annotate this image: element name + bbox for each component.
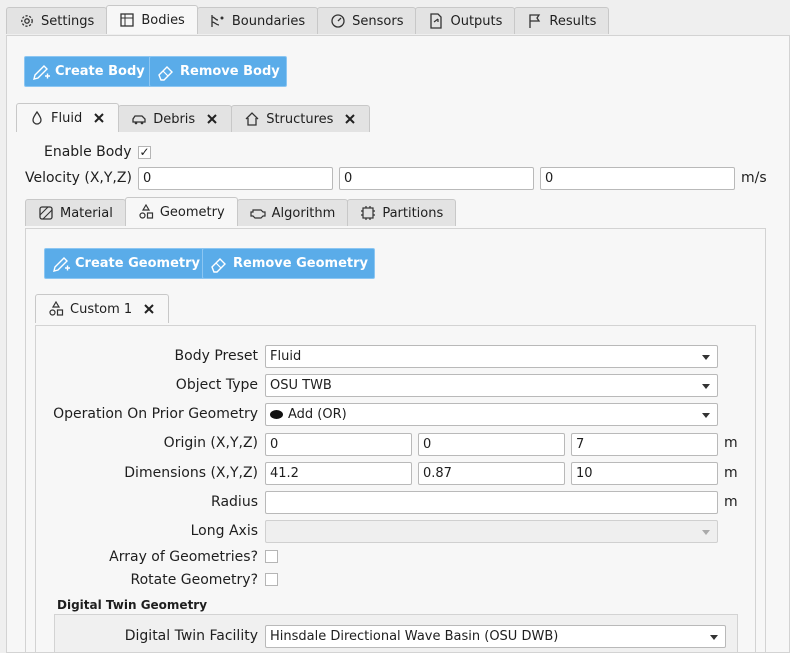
shapes-icon [49,301,64,316]
body-sub-tab-bar: Material Geometry Algorithm Partitions [25,197,457,226]
tab-custom-1[interactable]: Custom 1 [35,294,170,323]
origin-x-input[interactable]: 0 [265,433,412,456]
tab-algorithm[interactable]: Algorithm [236,199,349,226]
tab-structures[interactable]: Structures [231,105,371,132]
dimensions-label: Dimensions (X,Y,Z) [124,465,258,481]
car-icon [132,115,146,125]
velocity-label: Velocity (X,Y,Z) [25,170,132,186]
facility-select[interactable]: Hinsdale Directional Wave Basin (OSU DWB… [265,625,726,648]
tab-label: Sensors [352,13,404,29]
pencil-plus-icon [53,256,70,272]
main-tab-bar: Settings Bodies Boundaries Sensors Outpu… [6,5,610,34]
origin-unit: m [724,435,738,451]
radius-input[interactable] [265,491,718,514]
house-icon [245,112,259,126]
tab-label: Bodies [141,12,185,28]
check-icon: ✓ [139,145,150,159]
export-icon [430,13,443,29]
tab-sensors[interactable]: Sensors [317,7,417,34]
enable-body-label: Enable Body [44,144,132,160]
create-body-button[interactable]: Create Body [24,56,152,87]
rotate-checkbox[interactable] [265,573,278,586]
tab-fluid[interactable]: Fluid [16,103,120,132]
chevron-down-icon [702,384,710,389]
tab-bodies[interactable]: Bodies [106,5,198,34]
tab-label: Results [549,13,597,29]
tab-partitions[interactable]: Partitions [347,199,457,226]
remove-body-button[interactable]: Remove Body [149,56,287,87]
gear-icon [21,15,33,27]
geometry-tab-bar: Custom 1 [35,294,170,323]
array-label: Array of Geometries? [109,549,258,565]
close-icon[interactable] [205,112,219,126]
tab-geometry[interactable]: Geometry [124,197,238,226]
velocity-unit: m/s [741,170,767,186]
cube-icon [120,13,134,27]
origin-label: Origin (X,Y,Z) [163,435,258,451]
tab-label: Boundaries [231,13,306,29]
shapes-icon [139,204,153,219]
radius-label: Radius [211,494,258,510]
pencil-plus-icon [33,64,50,80]
eraser-icon [158,65,173,81]
droplet-icon [32,110,42,125]
dimensions-y-input[interactable]: 0.87 [418,462,565,485]
rotate-label: Rotate Geometry? [130,572,258,588]
array-checkbox[interactable] [265,550,278,563]
chevron-down-icon [702,530,710,535]
chevron-down-icon [702,413,710,418]
body-preset-label: Body Preset [174,348,258,364]
enable-body-checkbox[interactable]: ✓ [138,146,151,159]
long-axis-label: Long Axis [190,523,258,539]
velocity-x-input[interactable]: 0 [138,167,333,190]
velocity-y-input[interactable]: 0 [339,167,534,190]
operation-label: Operation On Prior Geometry [53,406,258,422]
blob-icon [270,410,283,419]
chevron-down-icon [702,355,710,360]
dimensions-x-input[interactable]: 41.2 [265,462,412,485]
radius-unit: m [724,494,738,510]
facility-label: Digital Twin Facility [124,628,258,644]
flag-icon [529,14,541,28]
close-icon[interactable] [92,111,106,125]
origin-y-input[interactable]: 0 [418,433,565,456]
wave-icon [211,15,224,27]
tab-results[interactable]: Results [514,7,610,34]
tab-material[interactable]: Material [25,199,126,226]
tab-label: Settings [41,13,95,29]
close-icon[interactable] [343,112,357,126]
tab-settings[interactable]: Settings [6,7,108,34]
create-geometry-button[interactable]: Create Geometry [44,248,207,279]
origin-z-input[interactable]: 7 [571,433,718,456]
gauge-icon [331,14,345,28]
tab-outputs[interactable]: Outputs [415,7,516,34]
velocity-z-input[interactable]: 0 [540,167,735,190]
engine-icon [250,209,266,219]
dimensions-z-input[interactable]: 10 [571,462,718,485]
tab-debris[interactable]: Debris [118,105,233,132]
dimensions-unit: m [724,465,738,481]
object-type-select[interactable]: OSU TWB [265,374,718,397]
close-icon[interactable] [142,302,156,316]
chip-icon [361,206,376,220]
material-icon [39,206,53,220]
body-tab-bar: Fluid Debris Structures [16,103,371,132]
digital-twin-header: Digital Twin Geometry [57,598,208,612]
tab-boundaries[interactable]: Boundaries [196,7,319,34]
eraser-icon [211,257,226,273]
operation-select[interactable]: Add (OR) [265,403,718,426]
remove-geometry-button[interactable]: Remove Geometry [202,248,376,279]
body-preset-select[interactable]: Fluid [265,345,718,368]
tab-label: Outputs [450,13,503,29]
chevron-down-icon [710,635,718,640]
long-axis-select[interactable] [265,520,718,543]
object-type-label: Object Type [175,377,258,393]
